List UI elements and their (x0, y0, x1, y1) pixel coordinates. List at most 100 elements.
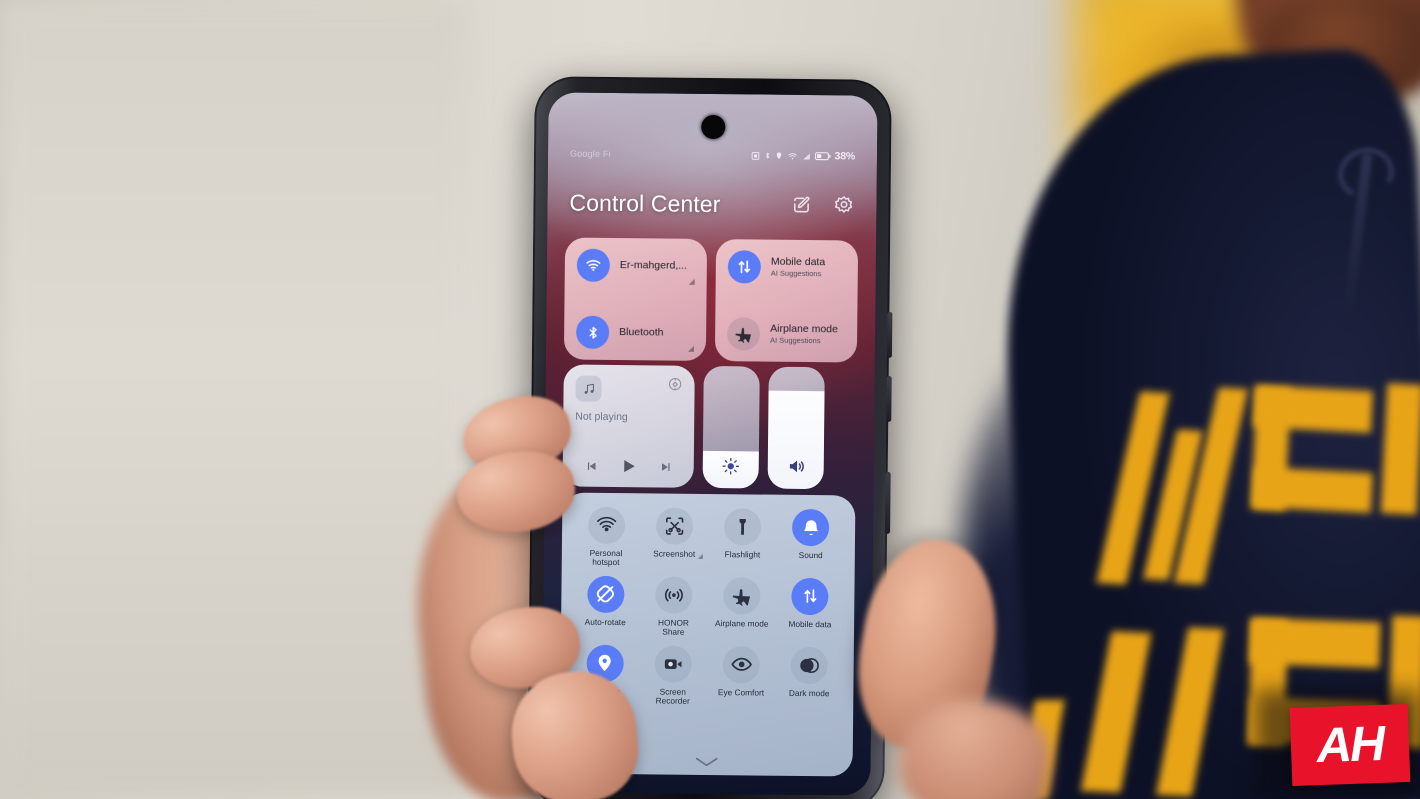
eye-icon-circle (722, 645, 760, 684)
airplane-label: Airplane mode (770, 322, 838, 336)
toggle-eye-comfort[interactable]: Eye Comfort (707, 645, 776, 708)
bluetooth-labels: Bluetooth (619, 325, 664, 339)
bluetooth-label: Bluetooth (619, 325, 664, 339)
wifi-label: Er-mahgerd,... (619, 258, 688, 272)
airplane-icon-circle (726, 317, 761, 351)
toggle-screen-recorder[interactable]: Screen Recorder (638, 645, 707, 707)
brightness-icon-wrap (703, 457, 759, 476)
bell-icon-circle (792, 508, 830, 547)
wifi-icon (787, 152, 797, 159)
connectivity-card-left: Er-mahgerd,... Bluetooth (563, 237, 708, 361)
expand-corner-icon[interactable] (697, 553, 703, 559)
music-note-icon (584, 383, 594, 394)
location-pin-icon (598, 655, 611, 672)
airplane-icon (735, 327, 752, 344)
connectivity-card-right: Mobile data AI Suggestions Airplane mode (714, 239, 859, 363)
airplane-icon-circle (723, 577, 761, 615)
signal-icon (802, 153, 810, 160)
toggle-flashlight[interactable]: Flashlight (708, 508, 777, 570)
mobile-data-labels: Mobile data AI Suggestions (770, 255, 826, 279)
toggle-mobile-data[interactable]: Mobile data (776, 577, 845, 640)
mobile-data-icon (738, 260, 751, 274)
toggle-label: Eye Comfort (717, 686, 765, 698)
toggle-honor-share[interactable]: HONOR Share (639, 576, 708, 638)
volume-up-button[interactable] (886, 311, 893, 358)
toggle-label: Auto-rotate (584, 616, 626, 628)
hotspot-icon (596, 516, 616, 532)
control-center-header: Control Center (547, 184, 876, 223)
carrier-label: Google Fi (569, 148, 611, 159)
toggle-label: Screen Recorder (655, 686, 690, 707)
screenshot-icon (665, 517, 684, 535)
toggle-screenshot[interactable]: Screenshot (640, 507, 709, 569)
cast-icon (668, 377, 682, 391)
toggle-label: Personal hotspot (589, 547, 623, 568)
connectivity-row: Er-mahgerd,... Bluetooth Mobile data AI … (563, 237, 859, 363)
airplane-sublabel: AI Suggestions (770, 335, 821, 345)
battery-icon (814, 152, 831, 161)
chevron-down-icon (695, 757, 718, 767)
toggle-airplane-mode[interactable]: Airplane mode AI Suggestions (726, 317, 845, 351)
androidheadlines-watermark: AH (1289, 703, 1411, 787)
edit-icon[interactable] (791, 195, 811, 215)
volume-down-button[interactable] (886, 375, 892, 422)
cast-button[interactable] (667, 377, 682, 397)
screen-recorder-icon (664, 659, 682, 669)
flashlight-icon (739, 518, 746, 535)
brightness-slider[interactable] (702, 365, 760, 489)
toggle-dark-mode[interactable]: Dark mode (775, 646, 844, 709)
toggle-personal-hotspot[interactable]: Personal hotspot (572, 506, 641, 569)
screenshot-icon-circle (655, 507, 694, 545)
mobile-data-sublabel: AI Suggestions (770, 268, 822, 278)
photo-scene: Google Fi 38% Control Center Er-mahgerd,… (0, 0, 1420, 799)
page-title: Control Center (569, 189, 721, 217)
hoodie-graphic (1380, 383, 1420, 515)
power-button[interactable] (885, 471, 891, 534)
screen-recorder-icon-circle (654, 645, 692, 683)
next-icon[interactable] (658, 460, 671, 473)
room-wall-left (0, 0, 470, 799)
location-icon (776, 152, 781, 160)
wifi-icon (586, 260, 601, 271)
eye-icon (731, 658, 752, 672)
toggle-sound[interactable]: Sound (776, 508, 845, 571)
toggle-bluetooth[interactable]: Bluetooth (575, 315, 695, 352)
toggle-wifi[interactable]: Er-mahgerd,... (576, 248, 695, 285)
bluetooth-icon-circle (575, 315, 610, 349)
media-top-row (575, 375, 682, 403)
dark-mode-icon (800, 657, 820, 673)
volume-slider[interactable] (767, 366, 825, 490)
toggle-label: Flashlight (724, 549, 761, 560)
album-art-placeholder (575, 375, 602, 402)
media-player-card[interactable]: Not playing (562, 364, 695, 488)
play-icon[interactable] (619, 457, 637, 475)
battery-percent-label: 38% (834, 150, 856, 163)
front-camera-punch-hole (700, 114, 725, 140)
airplane-icon (732, 589, 751, 606)
toggle-label: Sound (798, 549, 823, 561)
hotspot-icon-circle (587, 506, 625, 545)
bluetooth-icon (589, 326, 597, 339)
volume-icon (789, 460, 804, 473)
brightness-icon (722, 457, 740, 475)
toggle-label: Dark mode (788, 687, 830, 699)
expand-corner-icon[interactable] (687, 345, 695, 352)
previous-icon[interactable] (585, 459, 598, 472)
toggle-label: HONOR Share (657, 617, 689, 638)
media-slider-row: Not playing (562, 364, 857, 490)
dark-mode-icon-circle (790, 646, 829, 685)
mobile-data-icon-circle (791, 577, 829, 616)
mobile-data-icon-circle (727, 250, 762, 284)
toggle-auto-rotate[interactable]: Auto-rotate (571, 575, 640, 637)
toggle-mobile-data[interactable]: Mobile data AI Suggestions (727, 250, 846, 284)
quick-settings-grid: Personal hotspot Screenshot Flashlight Soun… (570, 506, 845, 709)
status-icons: 38% (751, 149, 856, 163)
flashlight-icon-circle (724, 508, 762, 546)
toggle-airplane-mode[interactable]: Airplane mode (707, 577, 776, 639)
mobile-data-label: Mobile data (770, 255, 826, 269)
bell-icon (803, 519, 819, 535)
expand-corner-icon[interactable] (688, 278, 695, 285)
gear-icon[interactable] (833, 195, 854, 216)
media-status-label: Not playing (575, 410, 628, 424)
auto-rotate-icon-circle (586, 575, 625, 614)
